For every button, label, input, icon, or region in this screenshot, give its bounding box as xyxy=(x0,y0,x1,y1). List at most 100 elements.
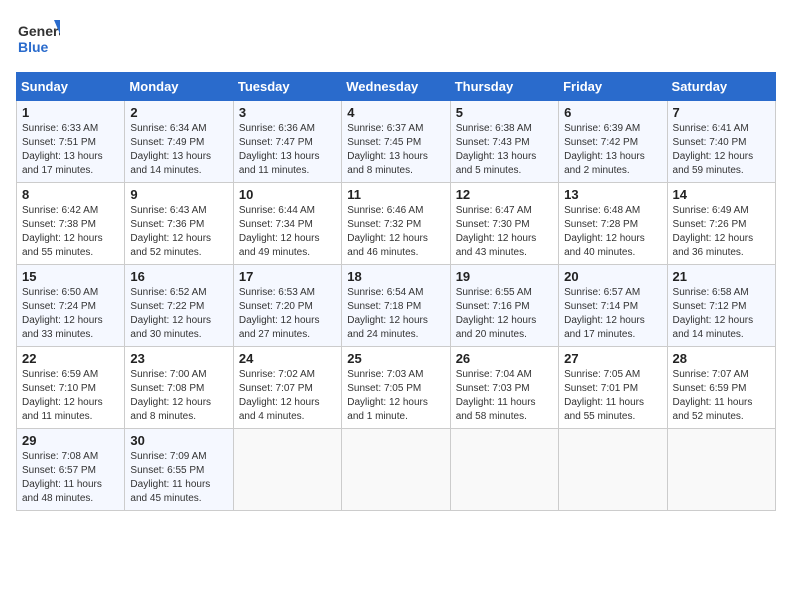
calendar-cell: 10 Sunrise: 6:44 AMSunset: 7:34 PMDayligh… xyxy=(233,183,341,265)
cell-info: Sunrise: 7:09 AMSunset: 6:55 PMDaylight:… xyxy=(130,450,227,506)
day-number: 5 xyxy=(456,105,553,120)
calendar-cell: 9 Sunrise: 6:43 AMSunset: 7:36 PMDaylight… xyxy=(125,183,233,265)
cell-info: Sunrise: 6:58 AMSunset: 7:12 PMDaylight:… xyxy=(673,286,770,342)
calendar-cell: 12 Sunrise: 6:47 AMSunset: 7:30 PMDayligh… xyxy=(450,183,558,265)
cell-info: Sunrise: 6:42 AMSunset: 7:38 PMDaylight:… xyxy=(22,204,119,260)
cell-info: Sunrise: 6:47 AMSunset: 7:30 PMDaylight:… xyxy=(456,204,553,260)
day-number: 26 xyxy=(456,351,553,366)
calendar-cell: 15 Sunrise: 6:50 AMSunset: 7:24 PMDayligh… xyxy=(17,265,125,347)
calendar-cell xyxy=(342,429,450,511)
calendar-cell: 20 Sunrise: 6:57 AMSunset: 7:14 PMDayligh… xyxy=(559,265,667,347)
header-monday: Monday xyxy=(125,73,233,101)
calendar-cell: 29Sunrise: 7:08 AMSunset: 6:57 PMDayligh… xyxy=(17,429,125,511)
calendar-header-row: SundayMondayTuesdayWednesdayThursdayFrid… xyxy=(17,73,776,101)
day-number: 14 xyxy=(673,187,770,202)
cell-info: Sunrise: 6:53 AMSunset: 7:20 PMDaylight:… xyxy=(239,286,336,342)
cell-info: Sunrise: 7:07 AMSunset: 6:59 PMDaylight:… xyxy=(673,368,770,424)
cell-info: Sunrise: 6:36 AMSunset: 7:47 PMDaylight:… xyxy=(239,122,336,178)
cell-info: Sunrise: 6:54 AMSunset: 7:18 PMDaylight:… xyxy=(347,286,444,342)
calendar-cell: 2 Sunrise: 6:34 AMSunset: 7:49 PMDaylight… xyxy=(125,101,233,183)
calendar-cell: 17 Sunrise: 6:53 AMSunset: 7:20 PMDayligh… xyxy=(233,265,341,347)
calendar-cell: 7 Sunrise: 6:41 AMSunset: 7:40 PMDaylight… xyxy=(667,101,775,183)
cell-info: Sunrise: 6:57 AMSunset: 7:14 PMDaylight:… xyxy=(564,286,661,342)
calendar-cell: 11 Sunrise: 6:46 AMSunset: 7:32 PMDayligh… xyxy=(342,183,450,265)
calendar-cell: 14 Sunrise: 6:49 AMSunset: 7:26 PMDayligh… xyxy=(667,183,775,265)
calendar-cell: 26 Sunrise: 7:04 AMSunset: 7:03 PMDayligh… xyxy=(450,347,558,429)
day-number: 12 xyxy=(456,187,553,202)
cell-info: Sunrise: 7:04 AMSunset: 7:03 PMDaylight:… xyxy=(456,368,553,424)
day-number: 8 xyxy=(22,187,119,202)
calendar-cell: 13 Sunrise: 6:48 AMSunset: 7:28 PMDayligh… xyxy=(559,183,667,265)
calendar-cell: 23 Sunrise: 7:00 AMSunset: 7:08 PMDayligh… xyxy=(125,347,233,429)
day-number: 19 xyxy=(456,269,553,284)
calendar-cell: 8 Sunrise: 6:42 AMSunset: 7:38 PMDaylight… xyxy=(17,183,125,265)
calendar-cell: 6 Sunrise: 6:39 AMSunset: 7:42 PMDaylight… xyxy=(559,101,667,183)
header-tuesday: Tuesday xyxy=(233,73,341,101)
calendar-cell: 18Sunrise: 6:54 AMSunset: 7:18 PMDayligh… xyxy=(342,265,450,347)
calendar-cell: 22Sunrise: 6:59 AMSunset: 7:10 PMDayligh… xyxy=(17,347,125,429)
calendar-cell xyxy=(667,429,775,511)
day-number: 25 xyxy=(347,351,444,366)
day-number: 13 xyxy=(564,187,661,202)
cell-info: Sunrise: 6:46 AMSunset: 7:32 PMDaylight:… xyxy=(347,204,444,260)
calendar-cell: 30 Sunrise: 7:09 AMSunset: 6:55 PMDayligh… xyxy=(125,429,233,511)
calendar-cell: 24Sunrise: 7:02 AMSunset: 7:07 PMDayligh… xyxy=(233,347,341,429)
calendar-cell: 5Sunrise: 6:38 AMSunset: 7:43 PMDaylight… xyxy=(450,101,558,183)
calendar-cell: 1Sunrise: 6:33 AMSunset: 7:51 PMDaylight… xyxy=(17,101,125,183)
header-friday: Friday xyxy=(559,73,667,101)
day-number: 17 xyxy=(239,269,336,284)
calendar-week-row: 8 Sunrise: 6:42 AMSunset: 7:38 PMDaylight… xyxy=(17,183,776,265)
header-wednesday: Wednesday xyxy=(342,73,450,101)
cell-info: Sunrise: 6:34 AMSunset: 7:49 PMDaylight:… xyxy=(130,122,227,178)
calendar-week-row: 29Sunrise: 7:08 AMSunset: 6:57 PMDayligh… xyxy=(17,429,776,511)
calendar-cell: 21 Sunrise: 6:58 AMSunset: 7:12 PMDayligh… xyxy=(667,265,775,347)
cell-info: Sunrise: 6:43 AMSunset: 7:36 PMDaylight:… xyxy=(130,204,227,260)
day-number: 23 xyxy=(130,351,227,366)
cell-info: Sunrise: 6:41 AMSunset: 7:40 PMDaylight:… xyxy=(673,122,770,178)
day-number: 16 xyxy=(130,269,227,284)
cell-info: Sunrise: 6:55 AMSunset: 7:16 PMDaylight:… xyxy=(456,286,553,342)
calendar-cell: 3 Sunrise: 6:36 AMSunset: 7:47 PMDaylight… xyxy=(233,101,341,183)
cell-info: Sunrise: 6:48 AMSunset: 7:28 PMDaylight:… xyxy=(564,204,661,260)
day-number: 9 xyxy=(130,187,227,202)
day-number: 24 xyxy=(239,351,336,366)
cell-info: Sunrise: 7:00 AMSunset: 7:08 PMDaylight:… xyxy=(130,368,227,424)
day-number: 3 xyxy=(239,105,336,120)
day-number: 27 xyxy=(564,351,661,366)
header-sunday: Sunday xyxy=(17,73,125,101)
cell-info: Sunrise: 7:05 AMSunset: 7:01 PMDaylight:… xyxy=(564,368,661,424)
day-number: 6 xyxy=(564,105,661,120)
logo: General Blue xyxy=(16,16,60,60)
logo-svg: General Blue xyxy=(16,16,60,60)
cell-info: Sunrise: 6:49 AMSunset: 7:26 PMDaylight:… xyxy=(673,204,770,260)
header-thursday: Thursday xyxy=(450,73,558,101)
cell-info: Sunrise: 6:44 AMSunset: 7:34 PMDaylight:… xyxy=(239,204,336,260)
cell-info: Sunrise: 6:52 AMSunset: 7:22 PMDaylight:… xyxy=(130,286,227,342)
page-header: General Blue xyxy=(16,16,776,60)
day-number: 2 xyxy=(130,105,227,120)
calendar-week-row: 22Sunrise: 6:59 AMSunset: 7:10 PMDayligh… xyxy=(17,347,776,429)
cell-info: Sunrise: 6:39 AMSunset: 7:42 PMDaylight:… xyxy=(564,122,661,178)
calendar-cell: 25 Sunrise: 7:03 AMSunset: 7:05 PMDayligh… xyxy=(342,347,450,429)
day-number: 20 xyxy=(564,269,661,284)
cell-info: Sunrise: 6:50 AMSunset: 7:24 PMDaylight:… xyxy=(22,286,119,342)
day-number: 28 xyxy=(673,351,770,366)
day-number: 21 xyxy=(673,269,770,284)
day-number: 15 xyxy=(22,269,119,284)
day-number: 22 xyxy=(22,351,119,366)
day-number: 10 xyxy=(239,187,336,202)
calendar-cell: 4 Sunrise: 6:37 AMSunset: 7:45 PMDaylight… xyxy=(342,101,450,183)
cell-info: Sunrise: 6:37 AMSunset: 7:45 PMDaylight:… xyxy=(347,122,444,178)
calendar-cell: 27 Sunrise: 7:05 AMSunset: 7:01 PMDayligh… xyxy=(559,347,667,429)
calendar-cell xyxy=(450,429,558,511)
svg-text:Blue: Blue xyxy=(18,39,49,55)
day-number: 4 xyxy=(347,105,444,120)
calendar-week-row: 15 Sunrise: 6:50 AMSunset: 7:24 PMDayligh… xyxy=(17,265,776,347)
day-number: 7 xyxy=(673,105,770,120)
header-saturday: Saturday xyxy=(667,73,775,101)
day-number: 11 xyxy=(347,187,444,202)
calendar-cell: 19 Sunrise: 6:55 AMSunset: 7:16 PMDayligh… xyxy=(450,265,558,347)
cell-info: Sunrise: 7:08 AMSunset: 6:57 PMDaylight:… xyxy=(22,450,119,506)
cell-info: Sunrise: 7:03 AMSunset: 7:05 PMDaylight:… xyxy=(347,368,444,424)
day-number: 30 xyxy=(130,433,227,448)
